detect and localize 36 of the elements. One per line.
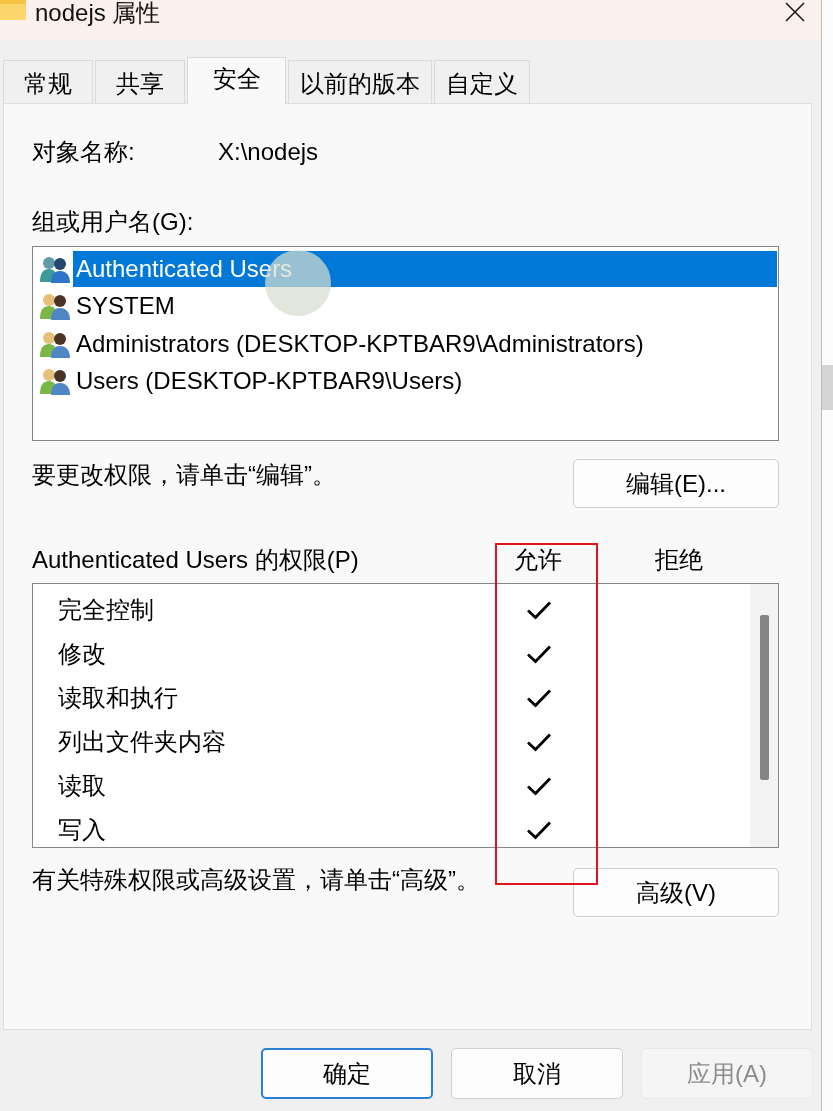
group-list-label: 组或用户名(G): [32,207,195,237]
tab[interactable]: 自定义 [434,60,530,103]
permission-name: 修改 [57,639,107,669]
object-name-label: 对象名称: [32,137,136,167]
users-icon [40,367,70,396]
object-path-text: X:\nodejs [218,137,319,167]
permission-name: 读取 [57,771,107,801]
permission-name: 写入 [57,815,107,845]
users-icon [40,254,70,283]
edit-button[interactable]: 编辑(E)... [573,459,779,508]
users-icon [40,292,70,321]
advanced-button[interactable]: 高级(V) [573,868,779,917]
tab[interactable]: 以前的版本 [288,60,432,103]
users-icon [40,329,70,358]
list-item[interactable]: SYSTEM [73,288,777,325]
tab[interactable]: 常规 [3,60,93,103]
cancel-button[interactable]: 取消 [451,1048,623,1099]
ok-button[interactable]: 确定 [261,1048,433,1099]
scrollbar-track[interactable] [750,584,778,847]
column-header: 拒绝 [654,545,704,575]
window-title: nodejs 属性 [35,0,161,26]
scrollbar-thumb[interactable] [759,615,769,780]
permission-name: 完全控制 [57,595,155,625]
close-icon [785,2,805,22]
folder-icon [0,0,26,20]
tab[interactable]: 安全 [187,57,286,104]
column-header: 允许 [513,545,563,575]
permission-name: 读取和执行 [57,683,179,713]
list-item[interactable]: Administrators (DESKTOP-KPTBAR9\Administrators) [73,325,777,362]
permission-name: 列出文件夹内容 [57,727,227,757]
instruction-text: 要更改权限，请单击“编辑”。 [32,460,336,490]
tab[interactable]: 共享 [95,60,185,103]
close-button[interactable] [784,1,806,23]
list-item[interactable]: Users (DESKTOP-KPTBAR9\Users) [73,363,777,400]
permissions-label: Authenticated Users 的权限(P) [32,545,360,575]
instruction-text: 有关特殊权限或高级设置，请单击“高级”。 [32,865,480,895]
